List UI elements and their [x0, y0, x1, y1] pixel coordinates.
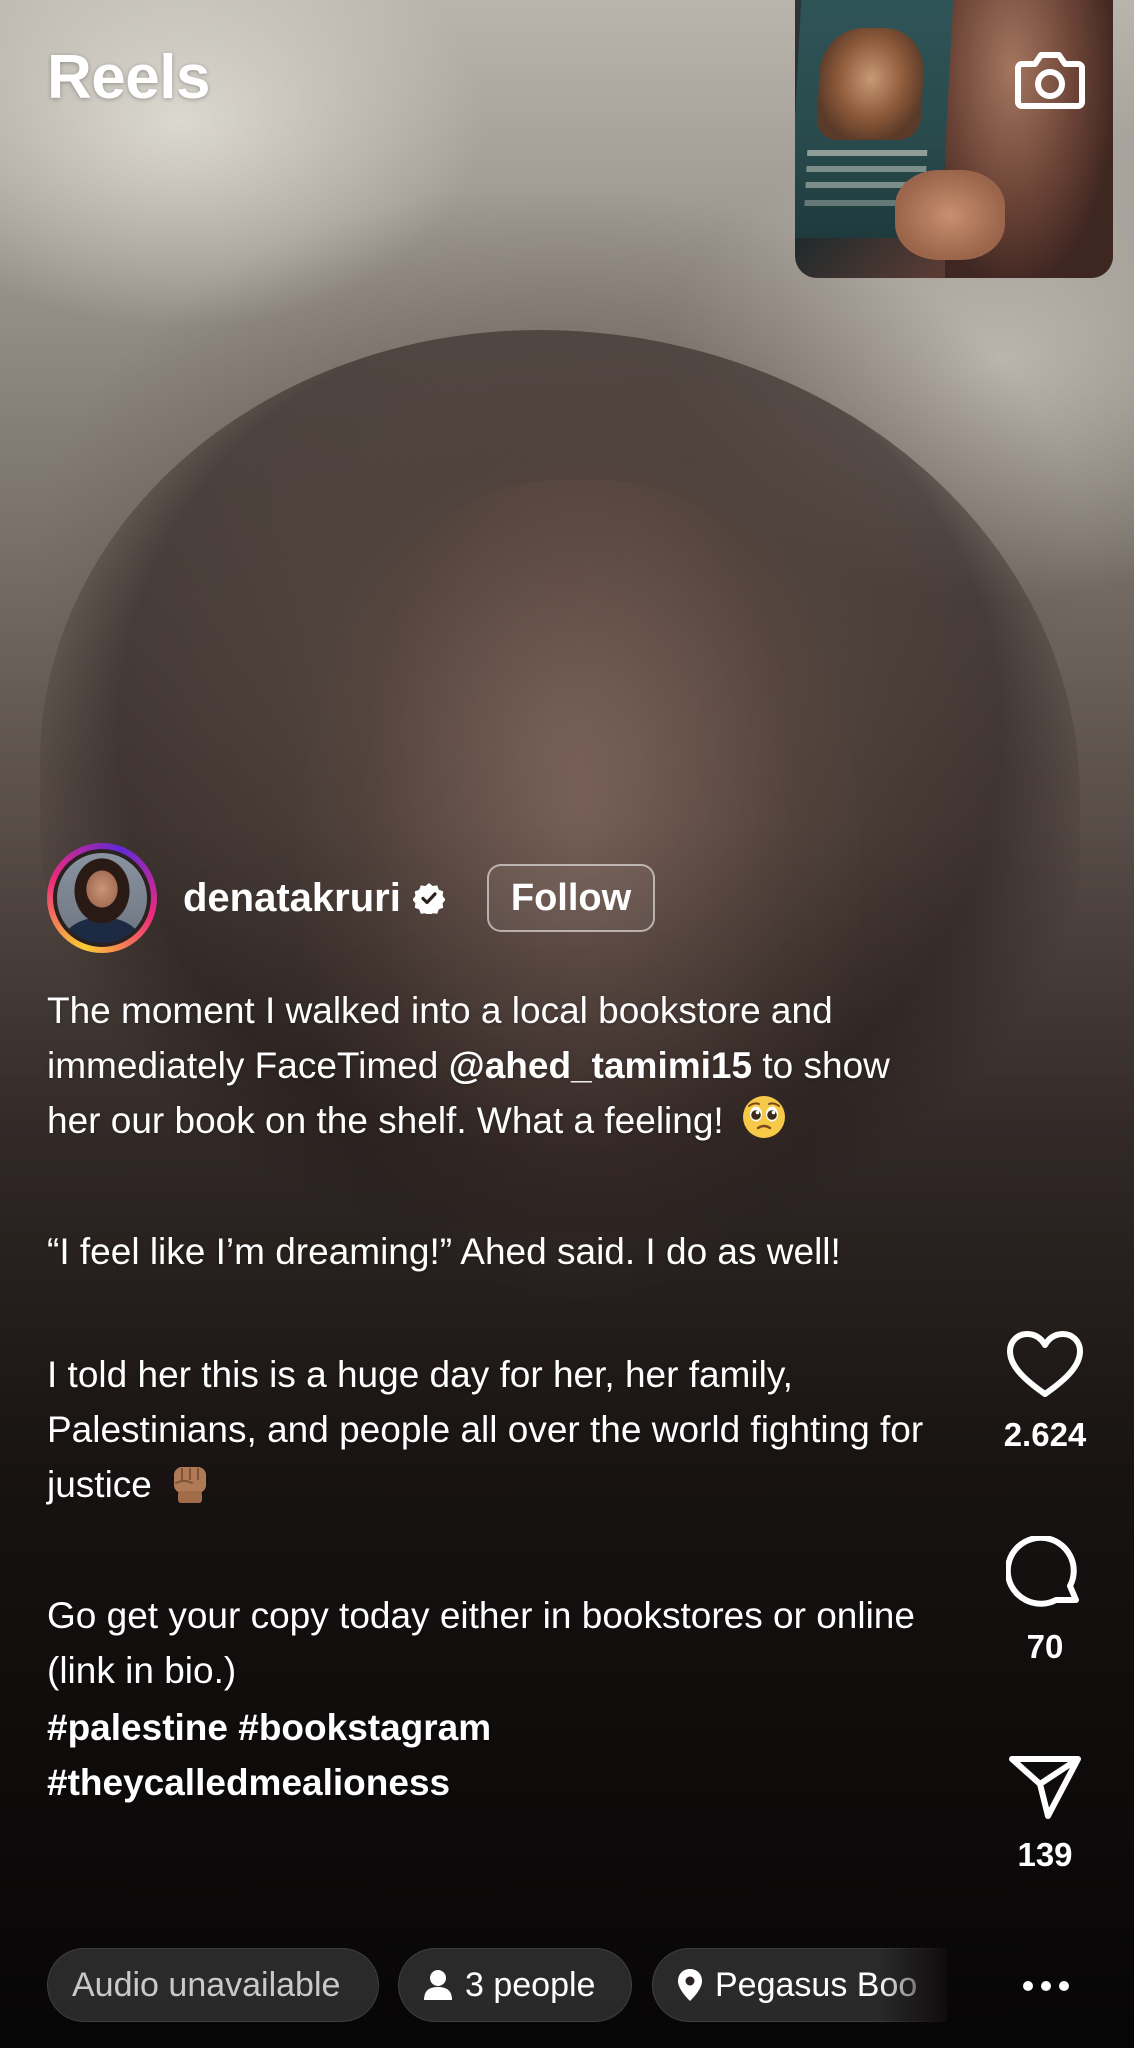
post-author-row: denatakruri Follow — [47, 842, 656, 954]
tagged-people-chip[interactable]: 3 people — [398, 1948, 632, 2022]
audio-chip[interactable]: Audio unavailable — [47, 1948, 379, 2022]
like-count: 2.624 — [1003, 1416, 1087, 1453]
hashtag-link[interactable]: #palestine #bookstagram — [47, 1700, 937, 1755]
heart-icon[interactable] — [1006, 1330, 1084, 1400]
camera-icon[interactable] — [1012, 40, 1088, 116]
comment-bubble-icon[interactable] — [1006, 1536, 1084, 1612]
location-pin-icon — [678, 1969, 702, 2001]
caption-paragraph: Go get your copy today either in booksto… — [47, 1595, 915, 1691]
comment-count: 70 — [1026, 1628, 1064, 1665]
more-horizontal-icon[interactable] — [1020, 1966, 1072, 2006]
pleading-face-emoji-icon — [740, 1093, 788, 1156]
share-action[interactable]: 139 — [990, 1754, 1100, 1874]
caption-paragraph: “I feel like I’m dreaming!” Ahed said. I… — [47, 1231, 841, 1272]
share-count: 139 — [1017, 1836, 1073, 1873]
comment-action[interactable]: 70 — [990, 1536, 1100, 1666]
follow-button[interactable]: Follow — [486, 864, 656, 932]
paper-plane-icon[interactable] — [1008, 1754, 1082, 1820]
caption-paragraph: The moment I walked into a local booksto… — [47, 983, 937, 1156]
reel-info-chips: Audio unavailable 3 people Pegasus Boo — [47, 1948, 947, 2022]
username[interactable]: denatakruri — [183, 876, 401, 921]
reels-screen: Reels denatakruri Follow The moment I wa… — [0, 0, 1134, 2048]
post-caption[interactable]: The moment I walked into a local booksto… — [47, 983, 937, 1810]
mention-link[interactable]: @ahed_tamimi15 — [449, 1045, 752, 1086]
avatar-story-ring[interactable] — [47, 843, 157, 953]
like-action[interactable]: 2.624 — [990, 1330, 1100, 1454]
page-title: Reels — [47, 43, 210, 112]
caption-paragraph: I told her this is a huge day for her, h… — [47, 1347, 937, 1520]
pip-hand — [895, 170, 1005, 260]
raised-fist-emoji-icon — [168, 1457, 212, 1520]
verified-badge-icon — [412, 882, 446, 917]
hashtag-link[interactable]: #theycalledmealioness — [47, 1755, 937, 1810]
avatar[interactable] — [53, 849, 151, 947]
person-icon — [424, 1970, 452, 2000]
